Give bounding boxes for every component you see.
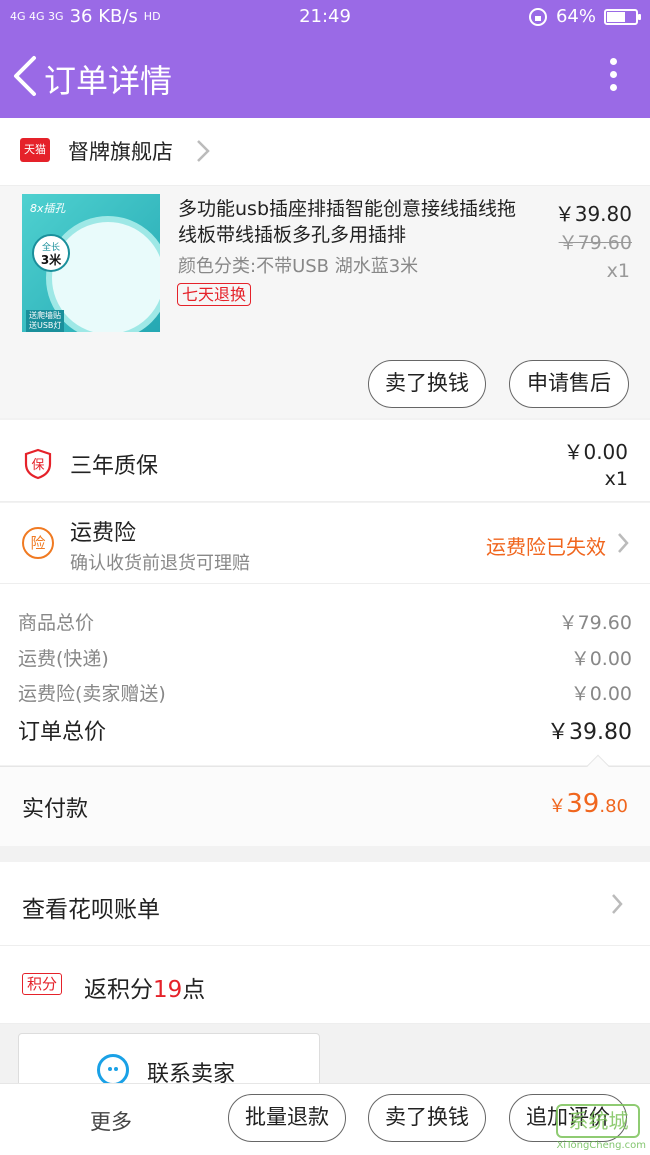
insurance-status: 运费险已失效 [486, 535, 606, 559]
product-sku: 颜色分类:不带USB 湖水蓝3米 [178, 256, 419, 277]
lock-rotation-icon [528, 7, 547, 26]
chevron-right-icon [197, 140, 210, 162]
insurance-label: 运费险 [70, 521, 137, 546]
more-button[interactable]: 更多 [90, 1106, 132, 1136]
paid-label: 实付款 [22, 797, 89, 822]
watermark: 系统城 XiTongCheng.com [556, 1104, 646, 1151]
thumb-promo: 送爬墙贴 送USB灯 [26, 310, 65, 332]
batch-refund-button[interactable]: 批量退款 [228, 1094, 346, 1142]
paid-amount-row: 实付款 ￥39.80 [0, 754, 650, 846]
watermark-url: XiTongCheng.com [556, 1140, 646, 1151]
nav-bar: 订单详情 [0, 34, 650, 118]
insurance-icon: 险 [22, 527, 54, 559]
aftersale-button[interactable]: 申请售后 [509, 360, 629, 408]
huabei-label: 查看花呗账单 [22, 897, 160, 923]
warranty-shield-icon: 保 [24, 448, 52, 480]
chat-face-icon [97, 1054, 129, 1086]
insurance-fee-label: 运费险(卖家赠送) [18, 683, 166, 705]
thumb-promo-line1: 送爬墙贴 [29, 311, 61, 320]
shop-row[interactable]: 天猫 督牌旗舰店 [0, 118, 650, 186]
paid-amount: ￥39.80 [548, 789, 628, 819]
chevron-right-icon [618, 533, 629, 553]
thumb-promo-line2: 送USB灯 [29, 321, 62, 330]
paid-currency: ￥ [548, 796, 567, 817]
battery-percent: 64% [555, 6, 596, 27]
svg-text:保: 保 [31, 458, 44, 473]
insurance-sub: 确认收货前退货可理赔 [70, 553, 250, 574]
warranty-price: ￥0.00 [563, 440, 628, 464]
goods-total-label: 商品总价 [18, 612, 95, 634]
paid-decimal: .80 [599, 796, 628, 817]
price-summary: 商品总价 ￥79.60 运费(快递) ￥0.00 运费险(卖家赠送) ￥0.00… [0, 583, 650, 765]
shop-name: 督牌旗舰店 [68, 140, 173, 164]
points-text: 返积分19点 [84, 970, 205, 1004]
points-tag: 积分 [22, 973, 63, 995]
shipping-fee-label: 运费(快递) [18, 648, 109, 670]
insurance-fee-value: ￥0.00 [570, 683, 632, 705]
product-item[interactable]: 8x插孔 全长 3米 送爬墙贴 送USB灯 多功能usb插座排插智能创意接线插线拖线… [0, 186, 650, 418]
warranty-quantity: x1 [604, 468, 628, 490]
product-price: ￥39.80 [554, 202, 632, 226]
points-suffix: 点 [182, 977, 206, 1003]
sell-button[interactable]: 卖了换钱 [368, 360, 486, 408]
tmall-logo: 天猫 [20, 138, 50, 162]
more-options-icon[interactable] [608, 58, 618, 94]
back-arrow-icon[interactable] [10, 54, 40, 98]
shipping-fee-value: ￥0.00 [570, 648, 632, 670]
product-thumbnail[interactable]: 8x插孔 全长 3米 送爬墙贴 送USB灯 [22, 194, 160, 332]
order-total-value: ￥39.80 [547, 720, 632, 745]
watermark-logo: 系统城 [556, 1104, 641, 1138]
points-value: 19 [153, 977, 183, 1003]
bottom-action-bar: 更多 批量退款 卖了换钱 追加评价 系统城 XiTongCheng.com [0, 1083, 650, 1155]
status-right: 64% [528, 6, 641, 27]
thumb-length-badge: 全长 3米 [32, 234, 70, 272]
seven-day-return-tag: 七天退换 [177, 283, 252, 306]
status-bar: 4G 4G 3G 36 KB/s HD 21:49 64% [0, 0, 650, 34]
page-title: 订单详情 [44, 62, 173, 100]
order-total-label: 订单总价 [18, 720, 107, 745]
thumb-badge-line1: 全长 [41, 243, 60, 253]
product-title: 多功能usb插座排插智能创意接线插线拖线板带线插板多孔多用插排 [178, 198, 517, 246]
shipping-insurance-row[interactable]: 险 运费险 确认收货前退货可理赔 运费险已失效 [0, 503, 650, 583]
goods-total-value: ￥79.60 [558, 612, 632, 634]
product-original-price: ￥79.60 [558, 232, 632, 254]
sell-button-bottom[interactable]: 卖了换钱 [368, 1094, 486, 1142]
warranty-label: 三年质保 [70, 454, 159, 479]
thumb-badge-line2: 3米 [40, 253, 62, 267]
battery-fill [607, 11, 625, 22]
huabei-bill-row[interactable]: 查看花呗账单 [0, 862, 650, 946]
points-row: 积分 返积分19点 [0, 946, 650, 1024]
warranty-row: 保 三年质保 ￥0.00 x1 [0, 420, 650, 502]
points-prefix: 返积分 [84, 977, 153, 1003]
battery-icon [604, 8, 641, 25]
thumb-brand: 8x插孔 [30, 202, 66, 215]
product-quantity: x1 [606, 260, 630, 282]
paid-integer: 39 [566, 789, 600, 819]
chevron-right-icon [612, 894, 623, 914]
